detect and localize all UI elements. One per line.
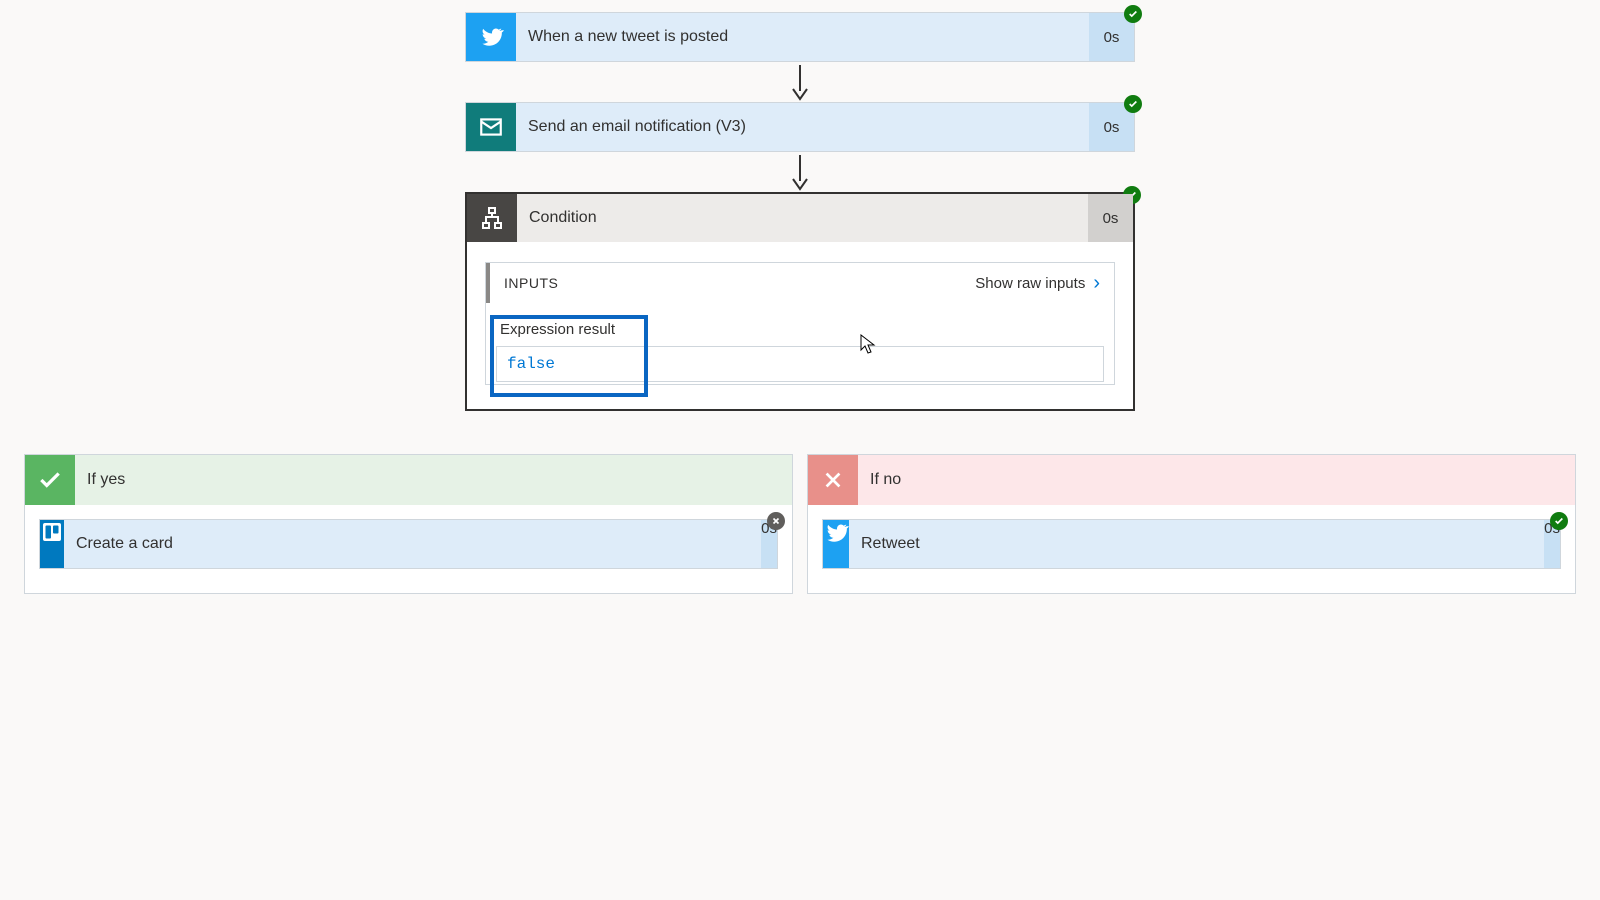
trigger-title: When a new tweet is posted (516, 13, 1089, 61)
email-action-card[interactable]: Send an email notification (V3) 0s (465, 102, 1135, 152)
flow-arrow (789, 62, 811, 102)
main-flow-column: When a new tweet is posted 0s Send an em… (465, 12, 1135, 411)
check-icon (25, 455, 75, 505)
condition-header[interactable]: Condition 0s (467, 194, 1133, 242)
show-raw-inputs-link[interactable]: Show raw inputs › (975, 273, 1100, 293)
inputs-heading: INPUTS (504, 275, 558, 291)
if-no-label: If no (858, 455, 1575, 505)
twitter-icon (823, 520, 849, 568)
if-no-header[interactable]: If no (808, 455, 1575, 505)
email-title: Send an email notification (V3) (516, 103, 1089, 151)
flow-arrow (789, 152, 811, 192)
if-yes-branch: If yes Create a card 0s (24, 454, 793, 594)
condition-body: INPUTS Show raw inputs › Expression resu… (467, 242, 1133, 409)
expression-result-label: Expression result (500, 321, 1104, 338)
condition-branches: If yes Create a card 0s If no (24, 454, 1576, 594)
if-no-branch: If no Retweet 0s (807, 454, 1576, 594)
show-raw-label: Show raw inputs (975, 275, 1085, 292)
success-check-icon (1124, 95, 1142, 113)
create-card-title: Create a card (64, 520, 761, 568)
chevron-right-icon: › (1093, 273, 1100, 293)
trigger-card[interactable]: When a new tweet is posted 0s (465, 12, 1135, 62)
skipped-x-icon (767, 512, 785, 530)
inputs-panel: INPUTS Show raw inputs › Expression resu… (485, 262, 1115, 385)
inputs-panel-header: INPUTS Show raw inputs › (486, 263, 1114, 303)
condition-card[interactable]: Condition 0s INPUTS Show raw inputs › Ex… (465, 192, 1135, 411)
success-check-icon (1124, 5, 1142, 23)
retweet-title: Retweet (849, 520, 1544, 568)
condition-duration: 0s (1088, 194, 1133, 242)
create-card-action[interactable]: Create a card 0s (39, 519, 778, 569)
trello-icon (40, 520, 64, 568)
mail-icon (466, 103, 516, 151)
success-check-icon (1550, 512, 1568, 530)
expression-result-value: false (496, 346, 1104, 382)
if-yes-header[interactable]: If yes (25, 455, 792, 505)
x-icon (808, 455, 858, 505)
expression-result-block: Expression result false (496, 321, 1104, 382)
retweet-action[interactable]: Retweet 0s (822, 519, 1561, 569)
twitter-icon (466, 13, 516, 61)
condition-title: Condition (517, 194, 1088, 242)
flow-canvas: When a new tweet is posted 0s Send an em… (0, 0, 1600, 900)
if-yes-label: If yes (75, 455, 792, 505)
condition-icon (467, 194, 517, 242)
